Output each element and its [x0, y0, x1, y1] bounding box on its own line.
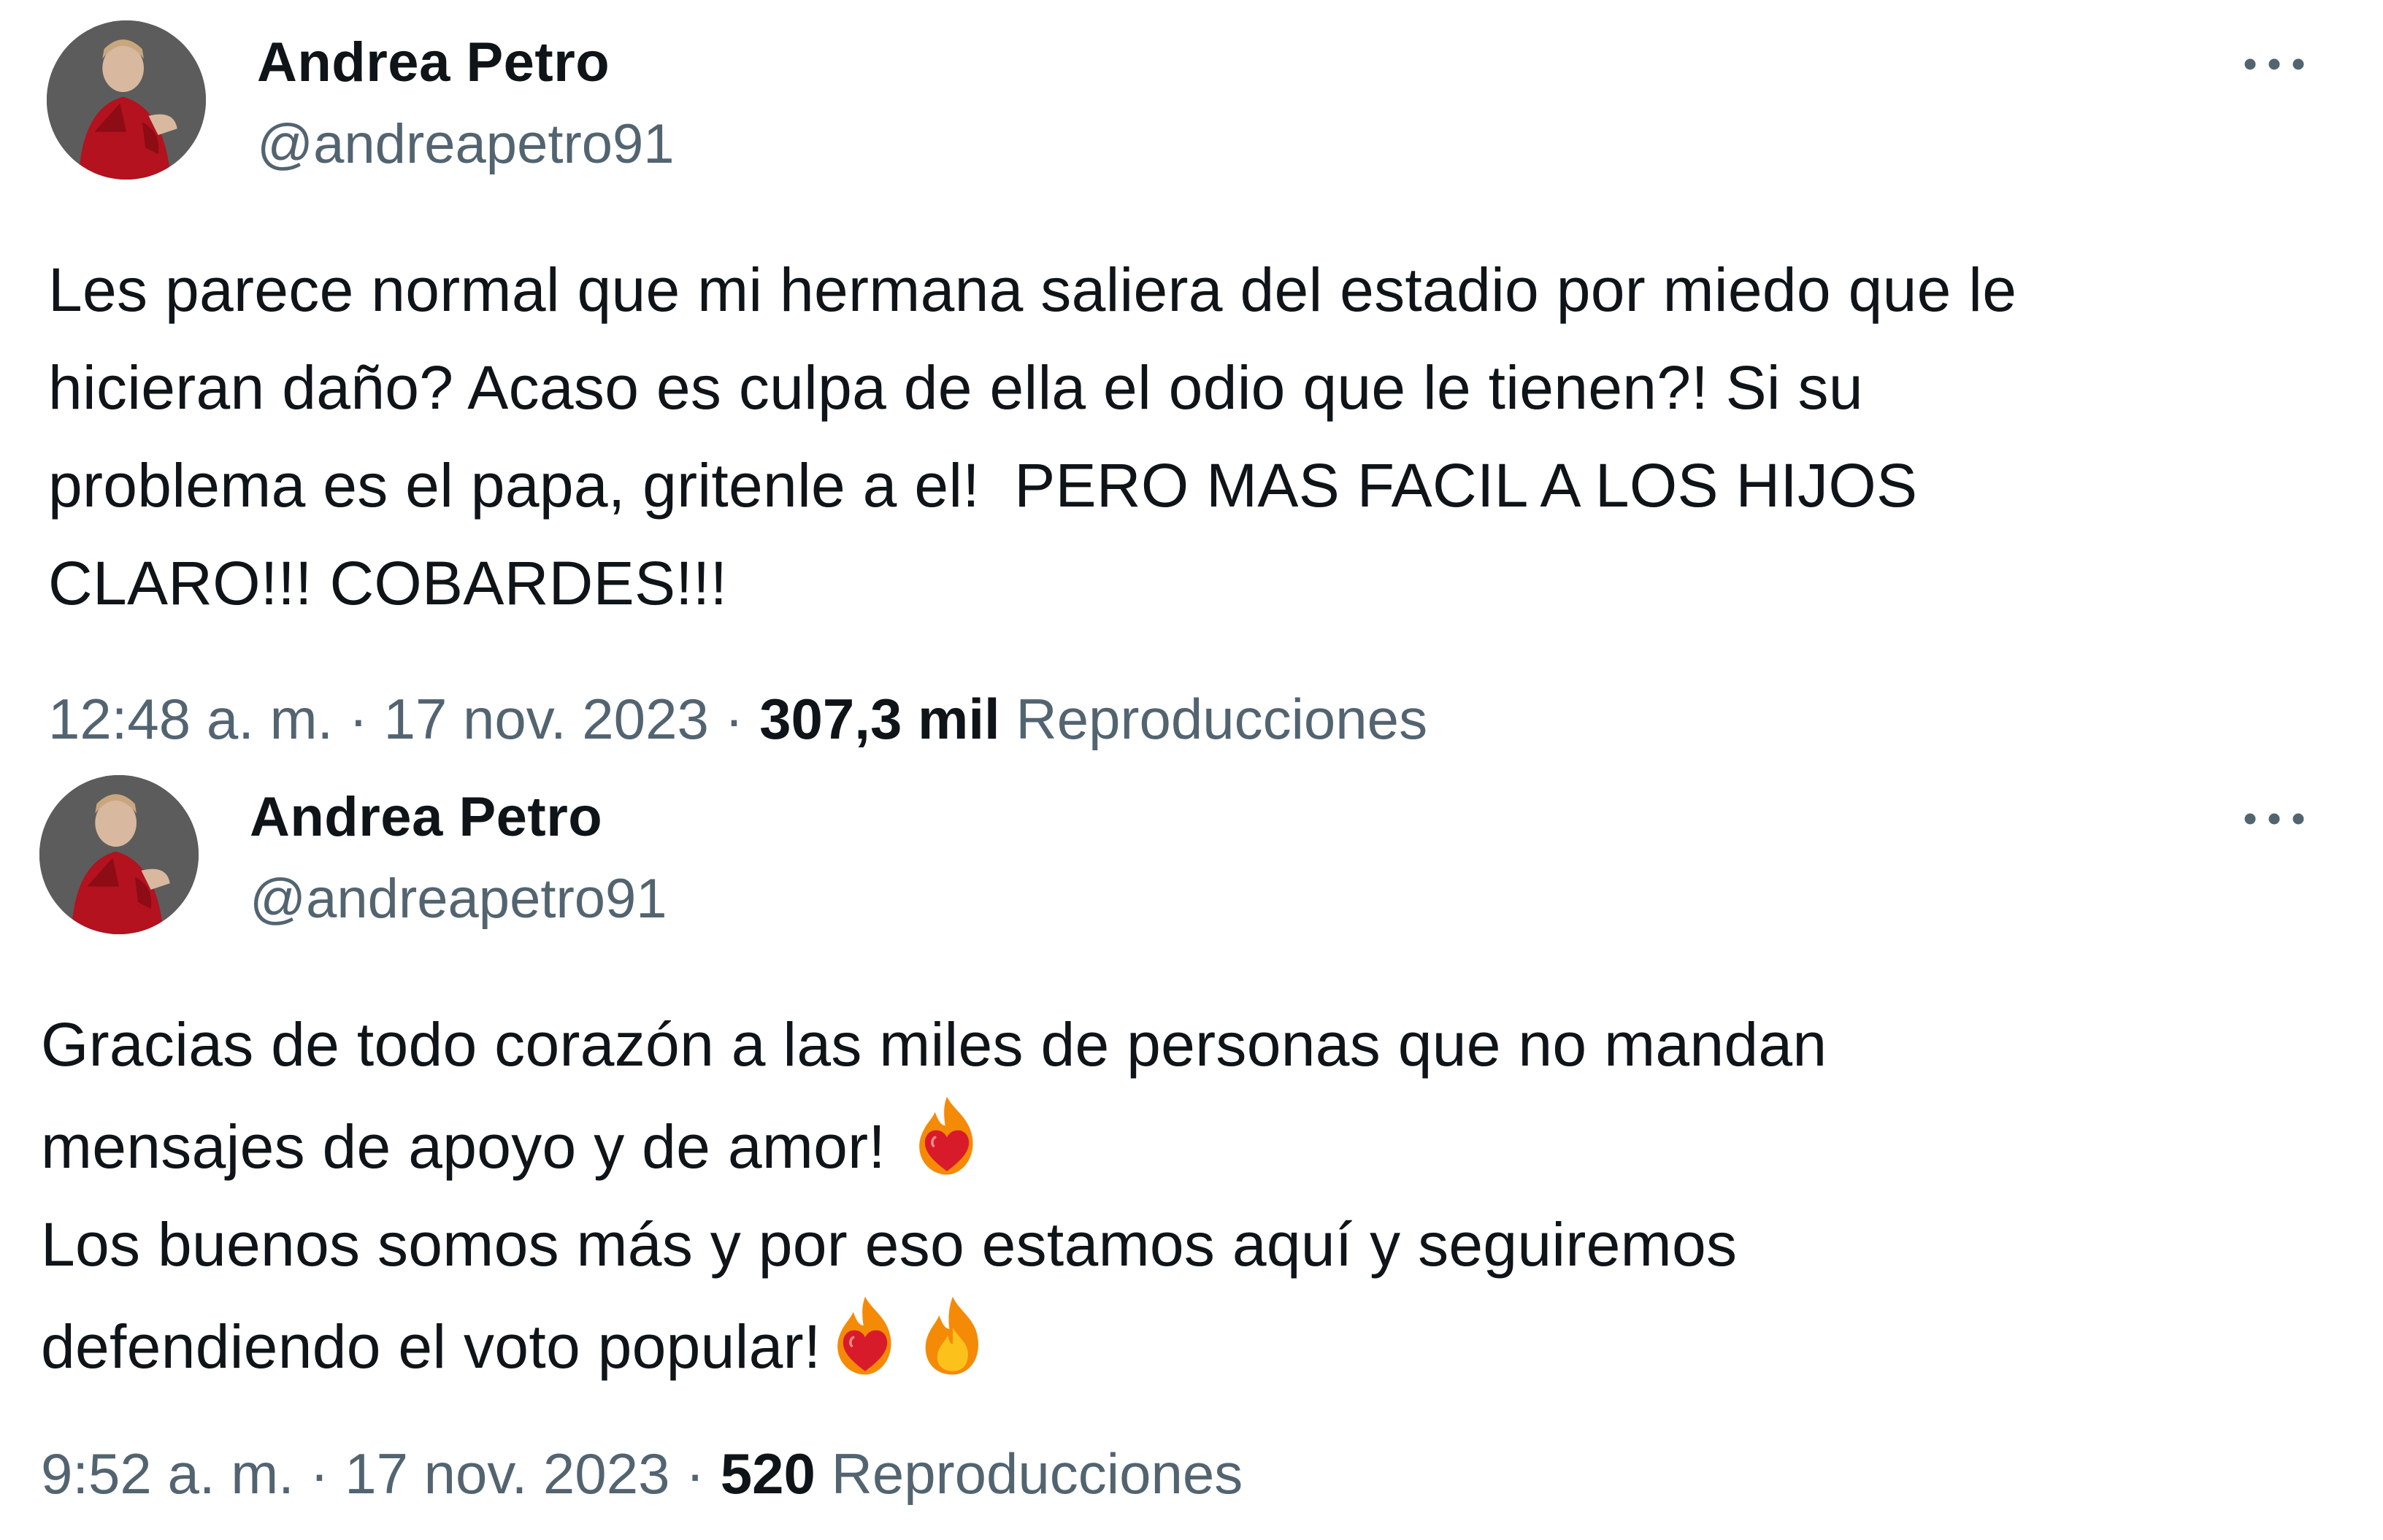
author-handle[interactable]: @andreapetro91	[257, 112, 675, 176]
meta-separator: ·	[686, 1441, 705, 1506]
tweet-meta: 12:48 a. m. · 17 nov. 2023 · 307,3 mil R…	[48, 686, 1427, 752]
tweet-text: Gracias de todo corazón a las miles de p…	[41, 996, 2341, 1395]
views-label[interactable]: Reproducciones	[1016, 687, 1427, 751]
author-display-name[interactable]: Andrea Petro	[257, 31, 610, 94]
tweet-text-line: Los buenos somos más y por eso estamos a…	[41, 1210, 1738, 1279]
tweet-time[interactable]: 9:52 a. m.	[41, 1441, 294, 1506]
tweet-text: Les parece normal que mi hermana saliera…	[48, 241, 2348, 632]
views-label[interactable]: Reproducciones	[832, 1441, 1243, 1506]
meta-separator: ·	[348, 687, 368, 751]
tweet-meta: 9:52 a. m. · 17 nov. 2023 · 520 Reproduc…	[41, 1441, 1243, 1507]
more-options-icon	[2241, 812, 2307, 826]
more-options-button[interactable]	[2234, 797, 2314, 841]
views-count[interactable]: 520	[721, 1441, 816, 1506]
author-handle[interactable]: @andreapetro91	[250, 867, 667, 931]
avatar[interactable]	[47, 20, 206, 180]
tweet-text-line: defendiendo el voto popular!	[41, 1312, 821, 1381]
avatar-photo-icon	[39, 775, 199, 934]
tweet-time[interactable]: 12:48 a. m.	[48, 687, 333, 751]
tweet-text-line: mensajes de apoyo y de amor!	[41, 1112, 886, 1181]
meta-separator: ·	[724, 687, 744, 751]
fire-icon	[910, 1293, 995, 1378]
more-options-button[interactable]	[2234, 42, 2314, 86]
avatar-photo-icon	[47, 20, 206, 180]
tweet-text-line: hicieran daño? Acaso es culpa de ella el…	[48, 353, 1863, 422]
meta-separator: ·	[310, 1441, 329, 1506]
heart-on-fire-icon	[905, 1093, 989, 1178]
tweet-date[interactable]: 17 nov. 2023	[384, 687, 709, 751]
tweet-text-line: CLARO!!! COBARDES!!!	[48, 549, 728, 617]
tweet-text-line: Gracias de todo corazón a las miles de p…	[41, 1010, 1827, 1079]
tweet-header: Andrea Petro @andreapetro91	[0, 775, 2376, 936]
author-display-name[interactable]: Andrea Petro	[250, 785, 602, 849]
heart-on-fire-icon	[823, 1293, 907, 1378]
tweet-date[interactable]: 17 nov. 2023	[345, 1441, 669, 1506]
tweet-text-line: Les parece normal que mi hermana saliera…	[48, 255, 2017, 324]
tweet-text-line: problema es el papa, gritenle a el! PERO…	[48, 451, 1918, 520]
more-options-icon	[2241, 57, 2307, 72]
views-count[interactable]: 307,3 mil	[759, 687, 1000, 751]
avatar[interactable]	[39, 775, 199, 934]
tweet-header: Andrea Petro @andreapetro91	[0, 20, 2383, 181]
